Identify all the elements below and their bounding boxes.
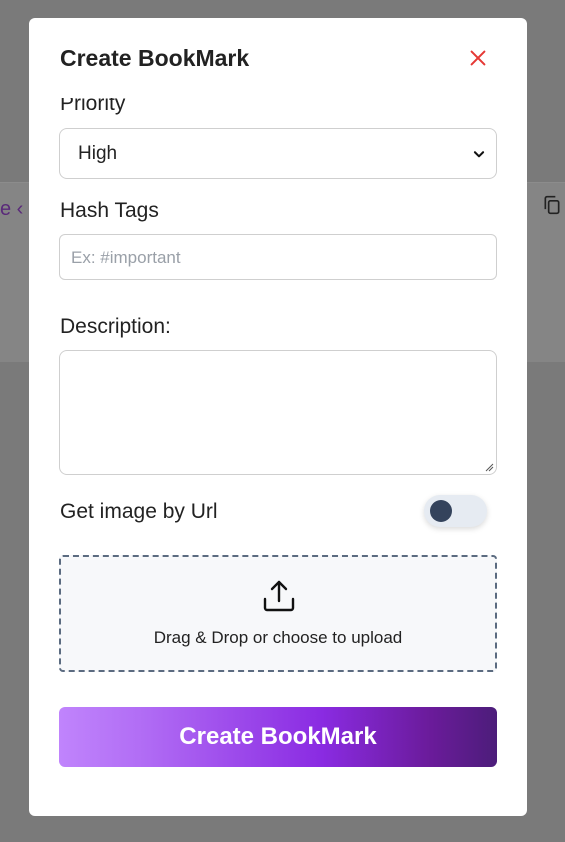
priority-label: Priority bbox=[60, 92, 126, 115]
upload-dropzone[interactable]: Drag & Drop or choose to upload bbox=[59, 555, 497, 672]
priority-select[interactable]: High bbox=[59, 128, 497, 179]
toggle-knob bbox=[430, 500, 452, 522]
description-textarea[interactable] bbox=[59, 350, 497, 475]
upload-icon bbox=[263, 580, 295, 612]
hash-tags-label: Hash Tags bbox=[60, 199, 159, 222]
copy-icon bbox=[544, 195, 560, 215]
description-label: Description: bbox=[60, 315, 171, 338]
upload-text: Drag & Drop or choose to upload bbox=[153, 628, 403, 647]
hash-tags-placeholder: Ex: #important bbox=[71, 248, 181, 267]
chevron-down-icon bbox=[473, 151, 485, 158]
priority-selected-value: High bbox=[78, 143, 118, 164]
modal-title: Create BookMark bbox=[60, 45, 250, 71]
hash-tags-input[interactable]: Ex: #important bbox=[59, 234, 497, 280]
image-by-url-toggle[interactable] bbox=[424, 495, 487, 527]
create-bookmark-modal: Create BookMark Priority High Hash Tags … bbox=[29, 18, 527, 816]
image-by-url-label: Get image by Url bbox=[60, 500, 218, 523]
background-link-fragment: e ‹ bbox=[0, 198, 24, 220]
resize-handle-icon[interactable] bbox=[484, 462, 494, 472]
close-icon[interactable] bbox=[467, 47, 489, 69]
create-bookmark-button[interactable]: Create BookMark bbox=[59, 707, 497, 767]
